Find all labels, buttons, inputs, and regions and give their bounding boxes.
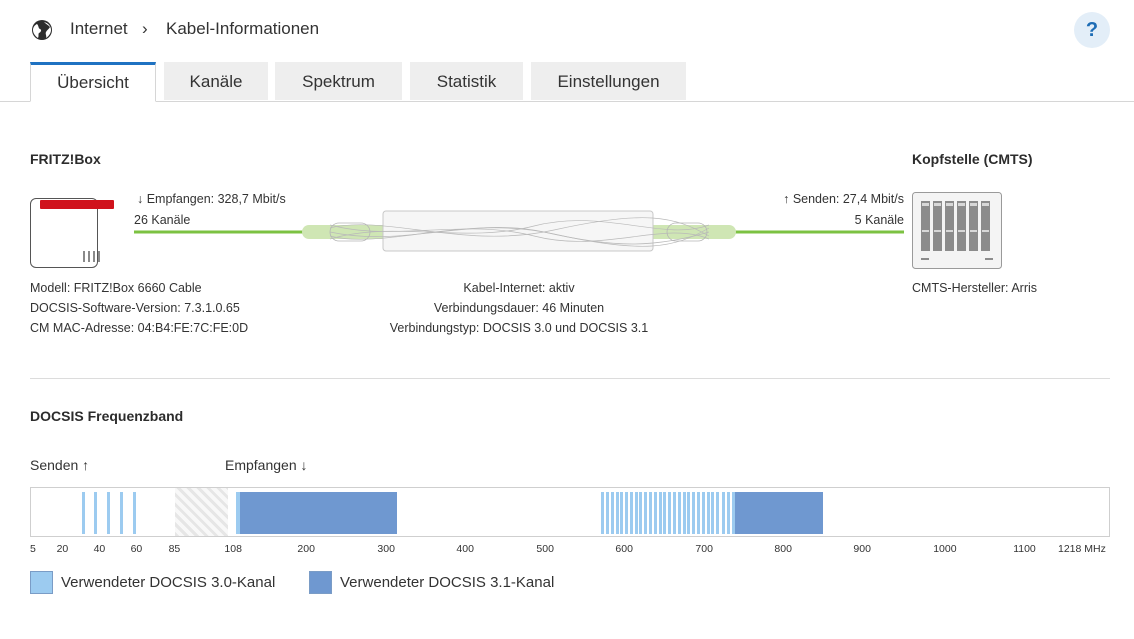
frequency-tick-label: 800 [774,543,792,555]
frequency-tick-label: 600 [615,543,633,555]
cm-mac-address: CM MAC-Adresse: 04:B4:FE:7C:FE:0D [30,321,249,335]
upstream-channel [107,492,111,534]
section-divider [30,378,1110,379]
tab-uebersicht[interactable]: Übersicht [30,62,156,102]
downstream-docsis30-channel [658,492,662,534]
fritzbox-device-icon [30,198,114,268]
downstream-docsis31-block [735,492,824,534]
frequency-tick-label: 300 [377,543,395,555]
send-channels: 5 Kanäle [854,213,904,227]
downstream-docsis30-channel [682,492,686,534]
tab-statistik[interactable]: Statistik [410,62,523,100]
cmts-title: Kopfstelle (CMTS) [912,151,1033,167]
downstream-docsis30-channel [649,492,652,534]
downstream-docsis30-channel [692,492,696,534]
downstream-docsis30-channel [634,492,638,534]
upstream-channel [81,492,85,534]
tab-kanaele[interactable]: Kanäle [164,62,268,100]
send-band-text: Senden [30,457,79,473]
downstream-docsis30-channel [722,492,726,534]
frequency-tick-label: 200 [297,543,315,555]
page-header: Internet › Kabel-Informationen ? [0,0,1134,60]
breadcrumb-internet[interactable]: Internet [70,19,128,39]
downstream-docsis30-channel [668,492,672,534]
receive-band-text: Empfangen [225,457,297,473]
downstream-docsis30-channel [644,492,648,534]
receive-rate: ↓ Empfangen: 328,7 Mbit/s [137,192,286,206]
downstream-docsis30-channel [677,492,681,534]
downstream-docsis31-block [239,492,398,534]
frequency-tick-label: 700 [695,543,713,555]
frequency-tick-label: 1218 MHz [1058,543,1106,555]
downstream-docsis30-channel [610,492,614,534]
downstream-docsis30-channel [639,492,643,534]
upstream-channel [94,492,98,534]
downstream-docsis30-channel [711,492,715,534]
model-info: Modell: FRITZ!Box 6660 Cable [30,281,202,295]
downstream-docsis30-channel [601,492,605,534]
frequency-tick-label: 1000 [933,543,957,555]
downstream-docsis30-channel [716,492,720,534]
tab-spektrum[interactable]: Spektrum [275,62,402,100]
receive-channels: 26 Kanäle [134,213,191,227]
downstream-docsis30-channel [673,492,676,534]
frequency-tick-label: 400 [456,543,474,555]
help-button[interactable]: ? [1074,12,1110,48]
docsis-software-version: DOCSIS-Software-Version: 7.3.1.0.65 [30,301,240,315]
downstream-docsis30-channel [606,492,610,534]
downstream-docsis30-channel [653,492,657,534]
frequency-tick-label: 20 [56,543,69,555]
frequency-tick-label: 108 [224,543,242,555]
upstream-channel [120,492,124,534]
down-arrow-icon: ↓ [300,457,308,473]
receive-band-label: Empfangen ↓ [225,457,308,473]
downstream-docsis30-channel [727,492,731,534]
tab-einstellungen[interactable]: Einstellungen [531,62,686,100]
frequency-tick-label: 85 [168,543,181,555]
downstream-docsis30-channel [697,492,700,534]
send-rate: ↑ Senden: 27,4 Mbit/s [783,192,904,206]
connection-type: Verbindungstyp: DOCSIS 3.0 und DOCSIS 3.… [389,321,649,335]
cmts-device-icon [912,192,1002,269]
downstream-docsis30-channel [663,492,667,534]
downstream-docsis30-channel [625,492,628,534]
connection-duration: Verbindungsdauer: 46 Minuten [433,301,605,315]
frequency-tick-label: 5 [30,543,36,555]
downstream-docsis30-channel [706,492,710,534]
guard-band [175,488,228,536]
breadcrumb-separator: › [142,19,148,38]
legend-docsis30-label: Verwendeter DOCSIS 3.0-Kanal [61,574,276,591]
downstream-docsis30-channel [615,492,619,534]
cable-internet-status: Kabel-Internet: aktiv [463,281,575,295]
frequency-band-chart [30,487,1110,537]
upstream-channel [133,492,137,534]
cmts-vendor: CMTS-Hersteller: Arris [912,281,1038,295]
tab-bar: Übersicht Kanäle Spektrum Statistik Eins… [0,62,1134,102]
globe-icon [32,20,52,40]
frequency-tick-label: 1100 [1013,543,1036,555]
frequency-tick-label: 40 [93,543,106,555]
legend-docsis31-swatch [309,571,332,594]
frequency-tick-label: 60 [130,543,143,555]
frequency-tick-label: 900 [853,543,871,555]
fritzbox-title: FRITZ!Box [30,151,101,167]
send-band-label: Senden ↑ [30,457,89,473]
downstream-docsis30-channel [629,492,633,534]
legend-docsis30-swatch [30,571,53,594]
up-arrow-icon: ↑ [82,457,90,473]
downstream-docsis30-channel [701,492,705,534]
docsis-band-title: DOCSIS Frequenzband [30,408,184,424]
legend-docsis31-label: Verwendeter DOCSIS 3.1-Kanal [340,574,555,591]
downstream-docsis30-channel [687,492,691,534]
downstream-docsis30-channel [620,492,624,534]
page-title: Kabel-Informationen [166,19,320,38]
frequency-tick-label: 500 [536,543,554,555]
